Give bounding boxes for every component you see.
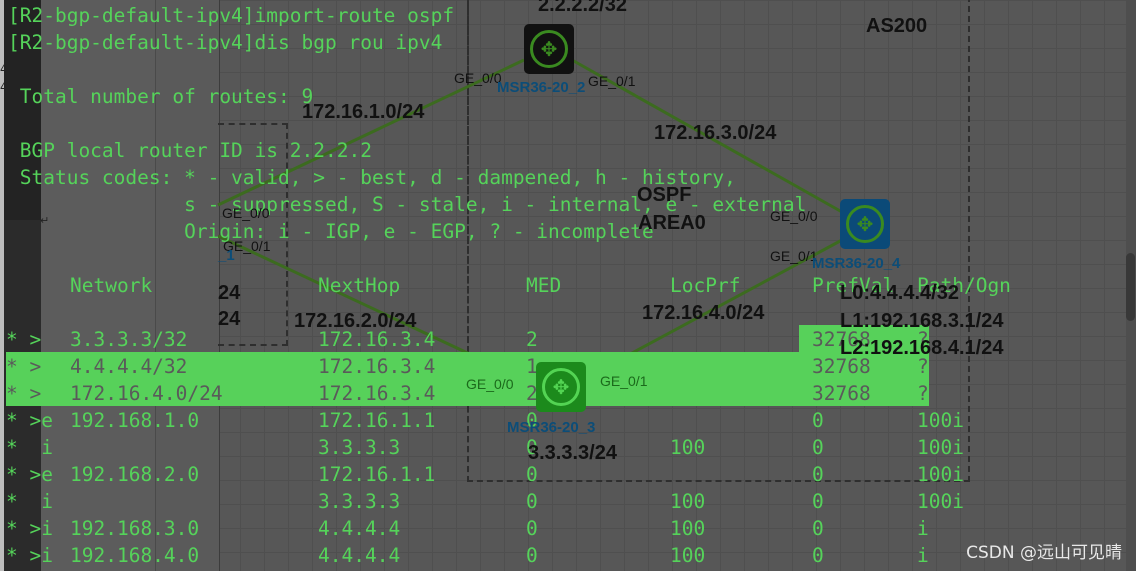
cell-prefval: 0 [812,409,824,432]
cell-locprf: 100 [670,490,706,513]
cell-network: 192.168.3.0 [70,517,200,540]
cell-med: 0 [526,463,538,486]
port-label: GE_0/0 [454,70,502,86]
cell-prefval: 32768 [812,382,871,405]
link-subnet-label: 172.16.4.0/24 [642,302,765,324]
cell-nexthop: 172.16.1.1 [318,409,436,432]
scrollbar-thumb[interactable] [1126,253,1135,321]
cell-status: * >i [6,517,53,540]
cell-status: * >e [6,463,53,486]
device-name[interactable]: MSR36-20_4 [812,255,900,272]
cell-path: i [917,517,929,540]
port-label: GE_0/1 [770,248,818,264]
cell-path: i [917,544,929,567]
cell-locprf: 100 [670,544,706,567]
cell-path: 100i [917,490,964,513]
cell-prefval: 0 [812,544,824,567]
router-icon: ✥ [530,30,568,68]
cell-path: 100i [917,436,964,459]
partial-label: 24 [218,282,241,304]
port-label: GE_0/0 [222,205,270,221]
port-label: GE_0/0 [770,208,818,224]
port-label: GE_0/1 [588,73,636,89]
cell-nexthop: 4.4.4.4 [318,517,401,540]
command-line: [R2-bgp-default-ipv4]import-route ospf [8,4,455,27]
cell-status: * >i [6,544,53,567]
cell-nexthop: 3.3.3.3 [318,436,401,459]
route-table: Network NextHop MED LocPrf PrefVal Path/… [0,0,1011,567]
total-routes: Total number of routes: 9 [8,85,314,108]
ospf-label: OSPF [637,184,692,206]
cell-path: ? [917,382,929,405]
cell-med: 0 [526,490,538,513]
status-codes: Status codes: * - valid, > - best, d - d… [8,166,736,189]
cell-nexthop: 172.16.3.4 [318,382,436,405]
partial-label: 24 [218,308,241,330]
cell-nexthop: 3.3.3.3 [318,490,401,513]
col-header-locprf: LocPrf [670,274,741,297]
cell-status: * > [6,355,42,378]
router-icon: ✥ [846,205,884,243]
cell-status: * i [6,490,53,513]
cell-nexthop: 172.16.1.1 [318,463,436,486]
cell-prefval: 0 [812,463,824,486]
cell-med: 2 [526,328,538,351]
as-label: AS200 [866,15,928,37]
cell-network: 192.168.1.0 [70,409,200,432]
col-header-med: MED [526,274,562,297]
device-name[interactable]: MSR36-20_3 [507,419,595,436]
col-header-network: Network [70,274,153,297]
cell-network: 3.3.3.3/32 [70,328,188,351]
watermark: CSDN @远山可见晴 [966,543,1122,563]
cell-locprf: 100 [670,436,706,459]
cell-path: 100i [917,463,964,486]
cell-prefval: 0 [812,436,824,459]
device-name[interactable]: MSR36-20_2 [497,79,585,96]
port-label: GE_0/0 [466,376,514,392]
command-line: [R2-bgp-default-ipv4]dis bgp rou ipv4 [8,31,443,54]
router-id: BGP local router ID is 2.2.2.2 [8,139,372,162]
cell-network: 192.168.2.0 [70,463,200,486]
cell-status: * i [6,436,53,459]
cell-med: 0 [526,544,538,567]
cell-med: 0 [526,517,538,540]
device-name[interactable]: _1 [218,247,235,264]
link-subnet-label: 172.16.1.0/24 [302,101,425,123]
link-subnet-label: 172.16.2.0/24 [294,310,417,332]
area-label: AREA0 [638,212,706,234]
cell-prefval: 0 [812,517,824,540]
router-msr36-20-3[interactable]: ✥ [536,362,586,412]
loopback-label: L0:4.4.4.4/32 [840,282,959,304]
cell-prefval: 0 [812,490,824,513]
col-header-nexthop: NextHop [318,274,401,297]
loopback-label: 2.2.2.2/32 [538,0,627,16]
cell-status: * > [6,382,42,405]
cell-network: 4.4.4.4/32 [70,355,188,378]
cell-network: 172.16.4.0/24 [70,382,223,405]
cell-path: 100i [917,409,964,432]
cell-nexthop: 172.16.3.4 [318,355,436,378]
router-icon: ✥ [542,368,580,406]
loopback-label: L1:192.168.3.1/24 [840,310,1004,332]
cell-network: 192.168.4.0 [70,544,200,567]
loopback-label: L2:192.168.4.1/24 [840,337,1004,359]
status-codes: Origin: i - IGP, e - EGP, ? - incomplete [8,220,654,243]
router-msr36-20-4[interactable]: ✥ [840,199,890,249]
cell-status: * > [6,328,42,351]
link-subnet-label: 172.16.3.0/24 [654,122,777,144]
cell-status: * >e [6,409,53,432]
loopback-label: 3.3.3.3/24 [528,442,617,464]
port-label: GE_0/1 [600,373,648,389]
cell-nexthop: 4.4.4.4 [318,544,401,567]
cell-locprf: 100 [670,517,706,540]
router-msr36-20-2[interactable]: ✥ [524,24,574,74]
